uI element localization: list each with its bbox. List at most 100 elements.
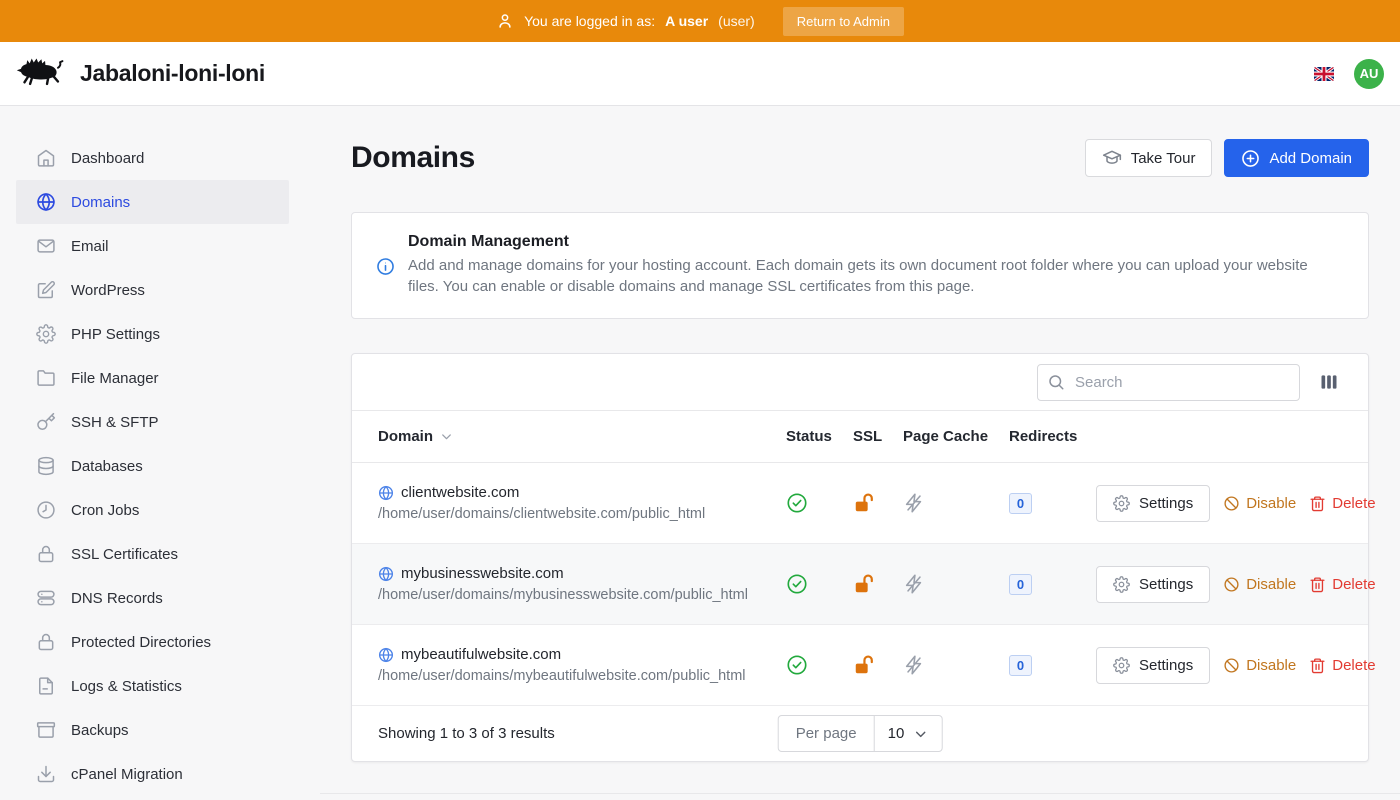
search-input[interactable] [1037, 364, 1300, 401]
domain-name-link[interactable]: mybeautifulwebsite.com [401, 646, 561, 663]
mail-icon [36, 236, 56, 256]
user-avatar[interactable]: AU [1354, 59, 1384, 89]
info-icon [376, 257, 395, 297]
domain-path: /home/user/domains/mybusinesswebsite.com… [378, 587, 786, 603]
sidebar-item-email[interactable]: Email [16, 224, 289, 268]
language-flag-icon[interactable] [1314, 67, 1334, 81]
banner-user-role: (user) [718, 13, 755, 29]
ssl-unlocked-icon [853, 573, 903, 595]
sidebar-item-file-manager[interactable]: File Manager [16, 356, 289, 400]
section-divider [320, 793, 1400, 794]
slash-circle-icon [1223, 495, 1240, 512]
sidebar-item-ssl-certificates[interactable]: SSL Certificates [16, 532, 289, 576]
status-enabled-icon [786, 573, 853, 595]
sidebar-item-label: Dashboard [71, 150, 144, 167]
trash-icon [1309, 495, 1326, 512]
page-title: Domains [351, 141, 475, 175]
database-icon [36, 456, 56, 476]
sidebar-item-dns-records[interactable]: DNS Records [16, 576, 289, 620]
sidebar: Dashboard Domains Email WordPress PHP Se… [0, 106, 320, 800]
clock-icon [36, 500, 56, 520]
delete-button[interactable]: Delete [1309, 657, 1375, 674]
settings-button[interactable]: Settings [1096, 647, 1210, 684]
sidebar-item-label: Protected Directories [71, 634, 211, 651]
globe-icon [378, 647, 394, 663]
sidebar-item-domains[interactable]: Domains [16, 180, 289, 224]
take-tour-button[interactable]: Take Tour [1085, 139, 1213, 177]
slash-circle-icon [1223, 657, 1240, 674]
disable-button[interactable]: Disable [1223, 495, 1296, 512]
sidebar-item-cpanel-migration[interactable]: cPanel Migration [16, 752, 289, 796]
domain-name-link[interactable]: mybusinesswebsite.com [401, 565, 564, 582]
table-row: clientwebsite.com /home/user/domains/cli… [352, 463, 1368, 544]
sidebar-item-label: PHP Settings [71, 326, 160, 343]
ssl-unlocked-icon [853, 492, 903, 514]
ssl-unlocked-icon [853, 654, 903, 676]
sidebar-item-label: Email [71, 238, 109, 255]
gear-icon [1113, 576, 1130, 593]
brand-name: Jabaloni-loni-loni [80, 60, 265, 87]
globe-icon [36, 192, 56, 212]
table-header-row: Domain Status SSL Page Cache Redirects [352, 410, 1368, 463]
sidebar-item-ssh-sftp[interactable]: SSH & SFTP [16, 400, 289, 444]
trash-icon [1309, 576, 1326, 593]
server-icon [36, 588, 56, 608]
sidebar-item-label: cPanel Migration [71, 766, 183, 783]
page-cache-off-icon [903, 492, 1009, 514]
boar-logo-icon [16, 53, 66, 94]
domain-path: /home/user/domains/mybeautifulwebsite.co… [378, 668, 786, 684]
status-enabled-icon [786, 492, 853, 514]
results-summary: Showing 1 to 3 of 3 results [378, 725, 555, 742]
delete-button[interactable]: Delete [1309, 495, 1375, 512]
slash-circle-icon [1223, 576, 1240, 593]
sidebar-item-label: Databases [71, 458, 143, 475]
per-page-select[interactable]: 10 [875, 716, 942, 751]
table-row: mybeautifulwebsite.com /home/user/domain… [352, 625, 1368, 706]
sidebar-item-logs-statistics[interactable]: Logs & Statistics [16, 664, 289, 708]
return-to-admin-button[interactable]: Return to Admin [783, 7, 904, 36]
sidebar-item-label: SSL Certificates [71, 546, 178, 563]
file-text-icon [36, 676, 56, 696]
sidebar-item-label: Domains [71, 194, 130, 211]
user-icon [496, 12, 514, 30]
sidebar-item-wordpress[interactable]: WordPress [16, 268, 289, 312]
redirects-count-badge[interactable]: 0 [1009, 655, 1032, 676]
disable-button[interactable]: Disable [1223, 576, 1296, 593]
delete-button[interactable]: Delete [1309, 576, 1375, 593]
page-cache-off-icon [903, 573, 1009, 595]
brand[interactable]: Jabaloni-loni-loni [16, 53, 265, 94]
table-footer: Showing 1 to 3 of 3 results Per page 10 [352, 706, 1368, 761]
folder-icon [36, 368, 56, 388]
column-page-cache: Page Cache [903, 428, 1009, 445]
sidebar-item-backups[interactable]: Backups [16, 708, 289, 752]
columns-toggle-icon[interactable] [1317, 370, 1341, 394]
sidebar-item-cron-jobs[interactable]: Cron Jobs [16, 488, 289, 532]
sidebar-item-php-settings[interactable]: PHP Settings [16, 312, 289, 356]
app-header: Jabaloni-loni-loni AU [0, 42, 1400, 106]
add-domain-button[interactable]: Add Domain [1224, 139, 1369, 177]
key-icon [36, 412, 56, 432]
domain-name-link[interactable]: clientwebsite.com [401, 484, 519, 501]
redirects-count-badge[interactable]: 0 [1009, 574, 1032, 595]
impersonation-banner: You are logged in as: A user (user) Retu… [0, 0, 1400, 42]
sidebar-item-dashboard[interactable]: Dashboard [16, 136, 289, 180]
per-page-label: Per page [779, 716, 875, 751]
trash-icon [1309, 657, 1326, 674]
sidebar-item-protected-directories[interactable]: Protected Directories [16, 620, 289, 664]
gear-icon [1113, 495, 1130, 512]
chevron-down-icon [912, 726, 928, 742]
graduation-cap-icon [1102, 148, 1122, 168]
redirects-count-badge[interactable]: 0 [1009, 493, 1032, 514]
disable-button[interactable]: Disable [1223, 657, 1296, 674]
globe-icon [378, 485, 394, 501]
banner-user-name: A user [665, 13, 708, 29]
sidebar-item-label: Logs & Statistics [71, 678, 182, 695]
lock-icon [36, 632, 56, 652]
sort-chevron-icon[interactable] [439, 429, 454, 444]
sidebar-item-databases[interactable]: Databases [16, 444, 289, 488]
settings-button[interactable]: Settings [1096, 566, 1210, 603]
gear-icon [1113, 657, 1130, 674]
settings-button[interactable]: Settings [1096, 485, 1210, 522]
column-ssl: SSL [853, 428, 903, 445]
domain-path: /home/user/domains/clientwebsite.com/pub… [378, 506, 786, 522]
